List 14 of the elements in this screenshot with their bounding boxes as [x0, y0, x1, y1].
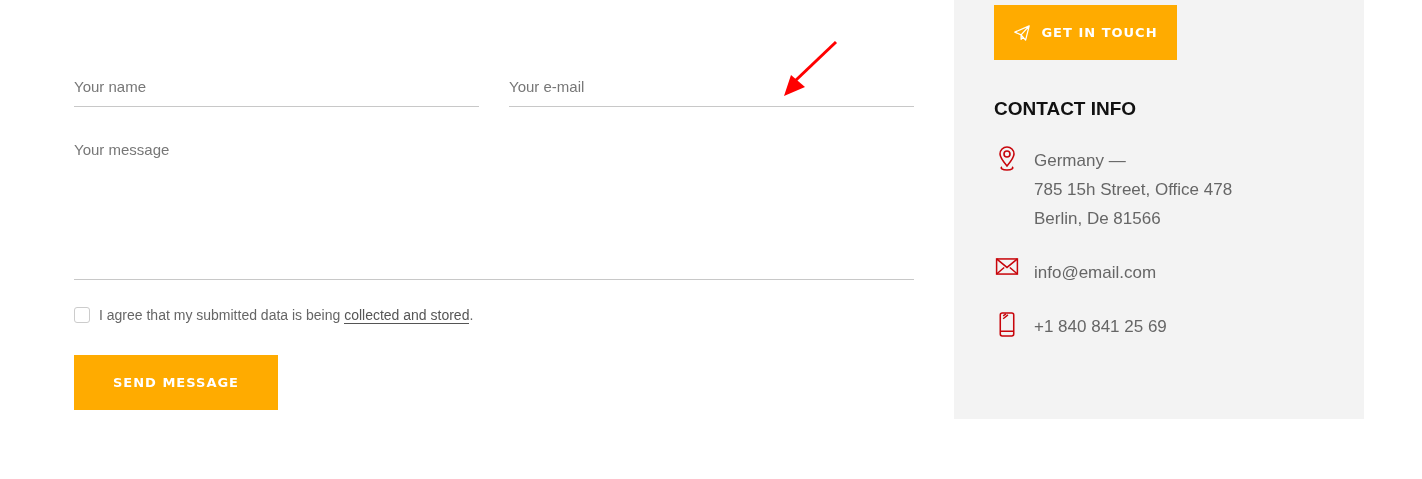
- send-message-button[interactable]: SEND MESSAGE: [74, 355, 278, 410]
- name-field[interactable]: Your name: [74, 78, 479, 107]
- address-line: Germany —: [1034, 150, 1127, 172]
- email-address: info@email.com: [1034, 262, 1157, 284]
- phone-number: +1 840 841 25 69: [1034, 316, 1167, 338]
- address-line: 785 15h Street, Office 478: [1034, 179, 1233, 201]
- message-field[interactable]: Your message: [74, 141, 914, 280]
- consent-text: I agree that my submitted data is being collected and stored.: [99, 307, 474, 323]
- get-in-touch-button[interactable]: GET IN TOUCH: [994, 5, 1177, 60]
- envelope-icon: [994, 258, 1020, 275]
- paper-plane-icon: [1013, 23, 1032, 42]
- address-line: Berlin, De 81566: [1034, 208, 1162, 230]
- consent-checkbox[interactable]: [74, 307, 90, 323]
- contact-info-heading: CONTACT INFO: [994, 98, 1138, 120]
